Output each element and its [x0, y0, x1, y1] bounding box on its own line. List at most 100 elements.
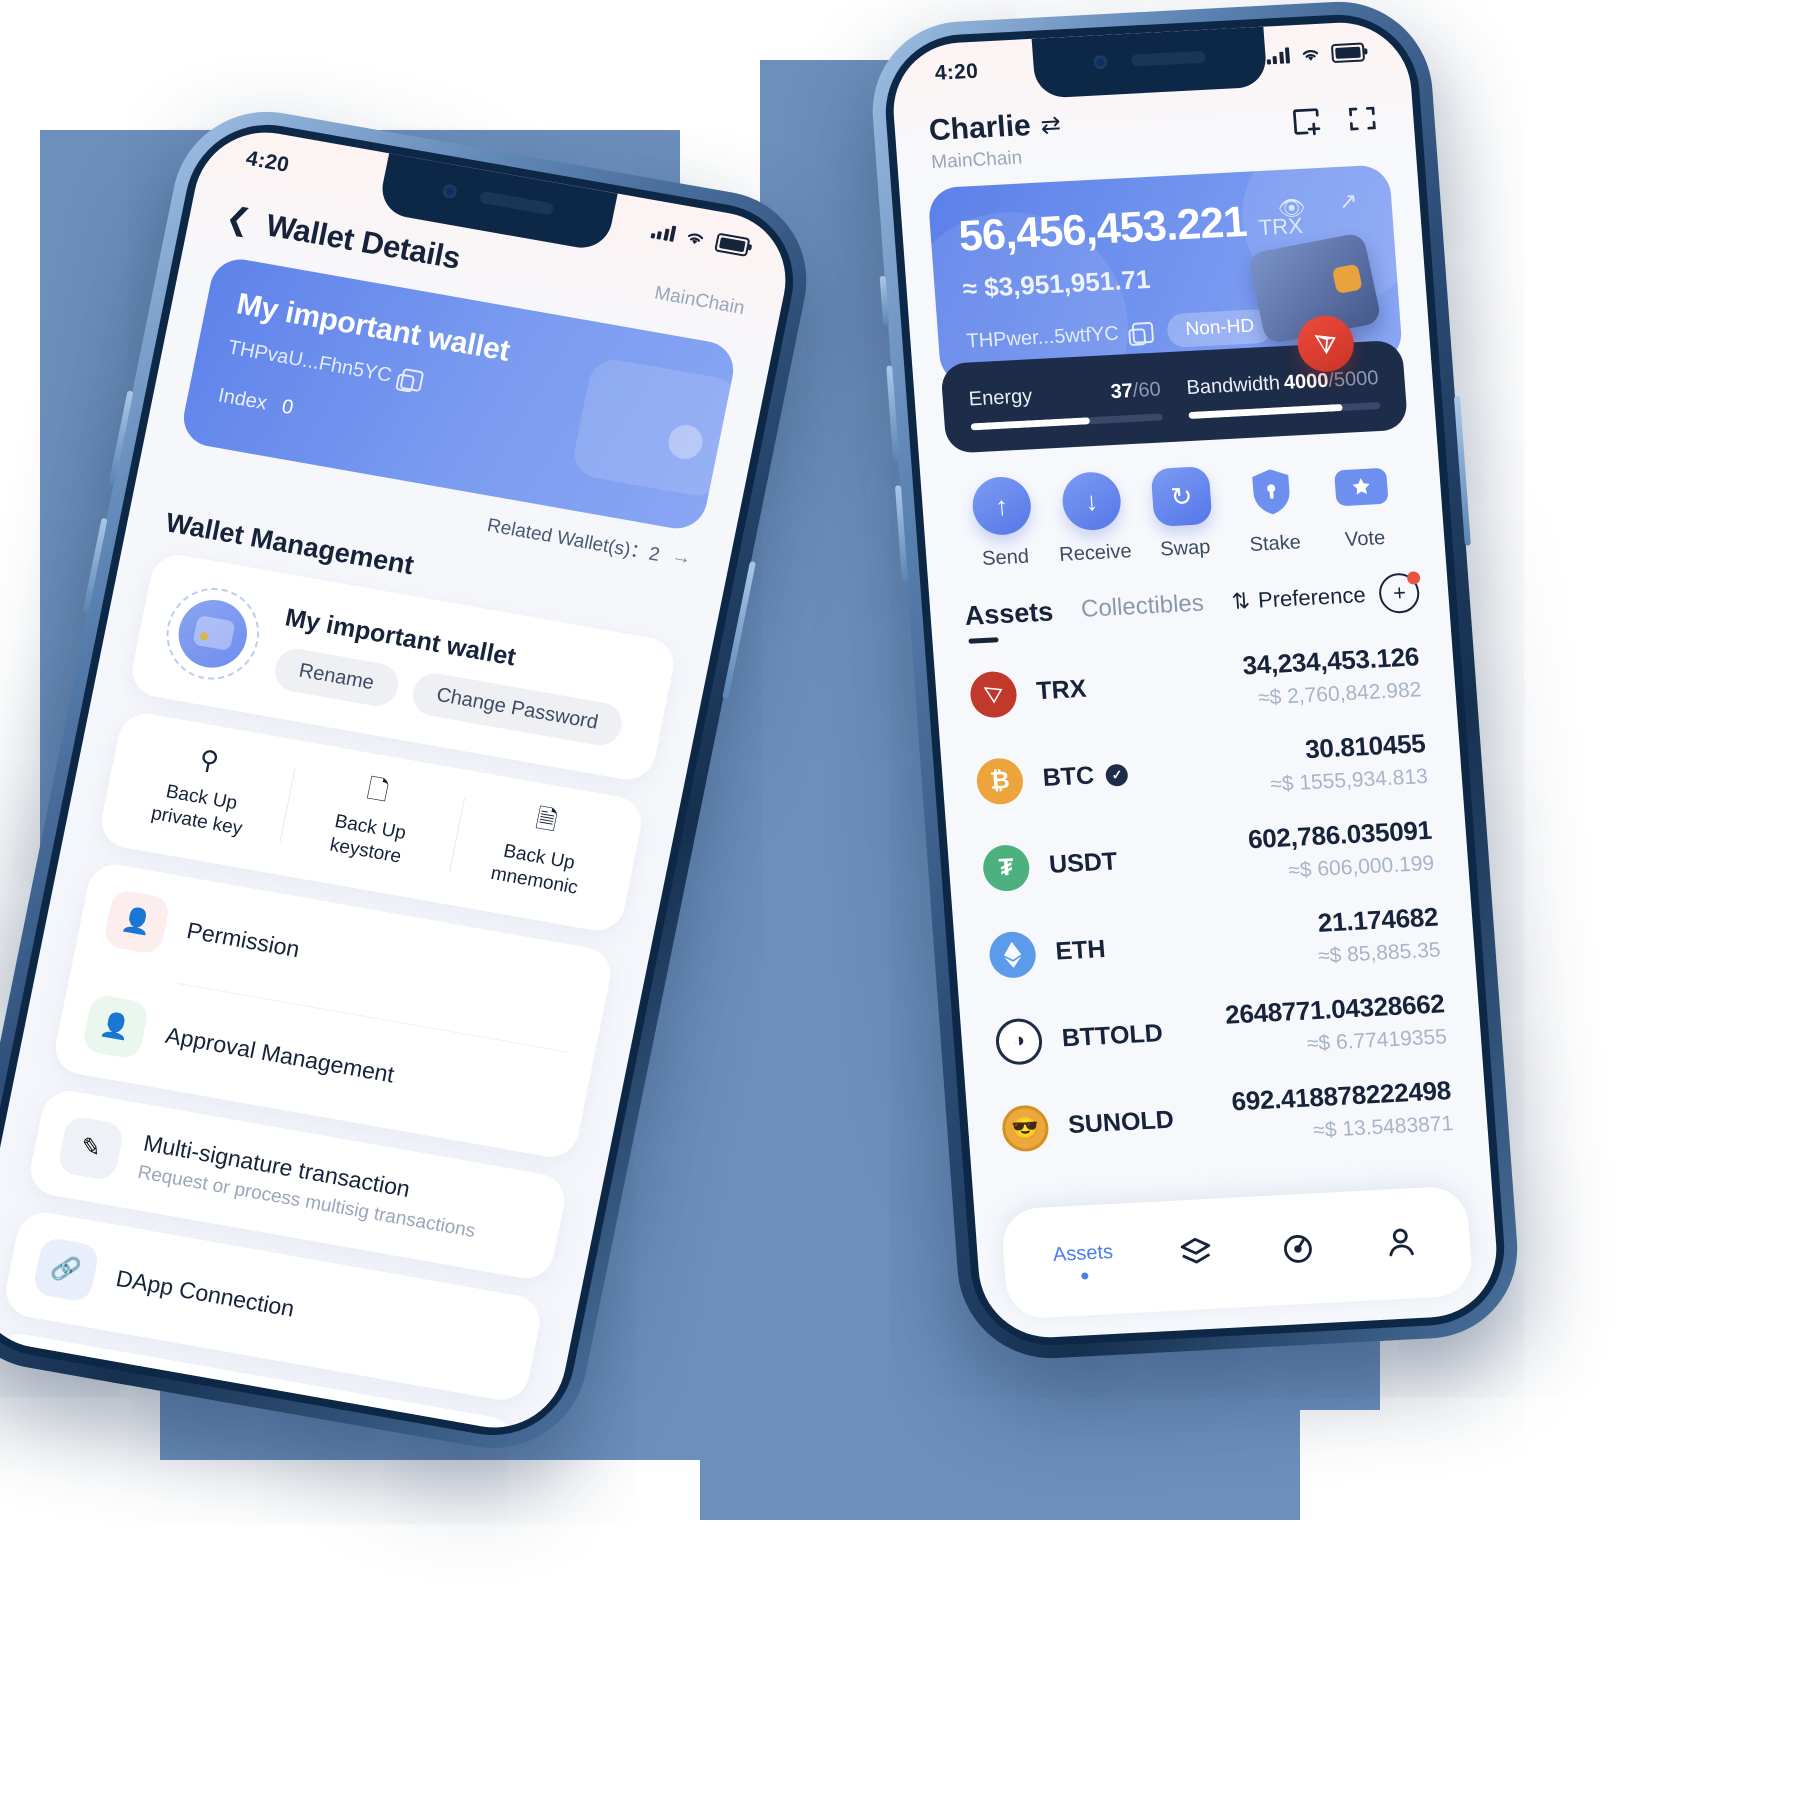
- energy-value: 37: [1109, 379, 1134, 404]
- asset-amount: 30.810455: [1304, 728, 1427, 765]
- asset-list: TRX 34,234,453.126 ≈$ 2,760,842.982 ₿ BT…: [932, 611, 1489, 1175]
- asset-symbol: TRX: [1035, 674, 1088, 706]
- layers-icon: [1180, 1237, 1210, 1264]
- action-stake[interactable]: Stake: [1224, 461, 1321, 558]
- backup-private-key-button[interactable]: ⚲ Back Up private key: [110, 732, 296, 848]
- action-swap[interactable]: ↻ Swap: [1134, 465, 1231, 562]
- notch: [1031, 26, 1268, 99]
- eye-icon[interactable]: 👁: [1277, 195, 1307, 222]
- sunold-coin-icon: 😎: [1000, 1103, 1051, 1153]
- usdt-coin-icon: ₮: [981, 843, 1031, 892]
- switch-account-icon[interactable]: ⇄: [1040, 110, 1062, 140]
- dapp-label: DApp Connection: [113, 1264, 297, 1322]
- tab-profile-nav[interactable]: [1379, 1220, 1422, 1267]
- earpiece-speaker: [478, 190, 554, 216]
- swap-icon: ↻: [1150, 466, 1213, 527]
- energy-resource: Energy 37/60: [968, 378, 1163, 431]
- bandwidth-resource: Bandwidth 4000/5000: [1185, 367, 1381, 420]
- screenshot-stage: 4:20 ❮ Wallet Details MainChain My impor…: [0, 0, 1800, 1800]
- asset-symbol: SUNOLD: [1067, 1105, 1175, 1140]
- stake-icon: [1240, 461, 1302, 522]
- preference-button[interactable]: ⇅ Preference: [1231, 582, 1367, 615]
- account-switcher[interactable]: Charlie ⇄: [928, 107, 1062, 148]
- chain-label: MainChain: [930, 147, 1023, 174]
- backup-keystore-button[interactable]: 🗋 Back Up keystore: [279, 762, 465, 878]
- index-label: Index: [216, 384, 269, 415]
- battery-icon: [1330, 41, 1366, 63]
- asset-amount: 2648771.04328662: [1224, 988, 1446, 1030]
- approval-label: Approval Management: [163, 1021, 397, 1088]
- wifi-icon: [687, 233, 704, 245]
- energy-label: Energy: [968, 385, 1033, 411]
- bandwidth-progress: [1188, 401, 1381, 420]
- wallet-art-icon: [569, 355, 739, 500]
- asset-fiat: ≈$ 2,760,842.982: [1257, 678, 1423, 710]
- explore-icon: [1284, 1234, 1313, 1263]
- tab-assets[interactable]: Assets: [964, 596, 1055, 632]
- bandwidth-label: Bandwidth: [1185, 372, 1281, 400]
- permission-label: Permission: [184, 917, 302, 963]
- action-receive[interactable]: ↓ Receive: [1045, 470, 1142, 567]
- signal-icon: [1265, 47, 1291, 65]
- vote-label: Vote: [1344, 526, 1386, 551]
- rename-button[interactable]: Rename: [271, 645, 402, 710]
- copy-icon[interactable]: [1131, 321, 1155, 344]
- front-camera-icon: [1093, 54, 1109, 70]
- add-token-icon[interactable]: +: [1378, 571, 1421, 615]
- swap-label: Swap: [1159, 536, 1212, 561]
- energy-max: 60: [1137, 378, 1162, 402]
- sort-icon: ⇅: [1230, 588, 1251, 614]
- active-dot: [1080, 1271, 1089, 1280]
- permission-icon: 👤: [102, 887, 172, 955]
- tab-assets-label: Assets: [1052, 1240, 1114, 1266]
- earpiece-speaker: [1130, 50, 1206, 67]
- btc-coin-icon: ₿: [975, 756, 1025, 805]
- asset-fiat: ≈$ 85,885.35: [1317, 938, 1442, 968]
- battery-icon: [714, 232, 751, 257]
- right-screen: 4:20 Charlie ⇄ MainChain 👁 ↗ 56,456,453.…: [888, 19, 1502, 1341]
- bottom-tab-bar: Assets: [1000, 1185, 1474, 1320]
- stake-label: Stake: [1248, 531, 1302, 556]
- asset-amount: 21.174682: [1316, 901, 1440, 938]
- asset-amount: 692.418878222498: [1230, 1075, 1452, 1117]
- asset-fiat: ≈$ 606,000.199: [1287, 851, 1435, 883]
- tab-collectibles[interactable]: Collectibles: [1080, 589, 1205, 623]
- energy-progress: [970, 413, 1163, 431]
- chain-label: MainChain: [652, 282, 747, 320]
- asset-fiat: ≈$ 1555,934.813: [1269, 764, 1429, 797]
- link-icon: 🔗: [31, 1235, 101, 1303]
- tab-layers-nav[interactable]: [1174, 1231, 1217, 1278]
- index-value: 0: [279, 395, 296, 420]
- asset-symbol: BTC: [1041, 761, 1096, 793]
- external-link-icon[interactable]: ↗: [1338, 188, 1358, 215]
- pencil-icon: ✎: [56, 1114, 126, 1182]
- action-vote[interactable]: Vote: [1314, 456, 1411, 553]
- account-name: Charlie: [927, 109, 1032, 148]
- action-send[interactable]: ↑ Send: [955, 475, 1052, 572]
- copy-icon[interactable]: [399, 367, 424, 393]
- preference-label: Preference: [1257, 582, 1367, 613]
- wallet-home-page: Charlie ⇄ MainChain 👁 ↗ 56,456,453.221 T…: [893, 77, 1501, 1341]
- bttold-coin-icon: ◑: [994, 1016, 1044, 1066]
- verified-badge-icon: ✓: [1105, 763, 1129, 787]
- send-icon: ↑: [970, 475, 1033, 537]
- backup-mnemonic-button[interactable]: 🗎 Back Up mnemonic: [448, 792, 634, 908]
- bandwidth-value: 4000: [1283, 369, 1330, 394]
- tab-assets-nav[interactable]: Assets: [1052, 1240, 1115, 1280]
- tab-explore-nav[interactable]: [1277, 1226, 1320, 1273]
- status-time: 4:20: [244, 146, 292, 177]
- receive-icon: ↓: [1060, 470, 1123, 532]
- profile-icon: [1389, 1228, 1414, 1256]
- bandwidth-max: 5000: [1333, 367, 1380, 392]
- asset-symbol: ETH: [1054, 935, 1107, 966]
- signal-icon: [650, 222, 677, 242]
- back-button[interactable]: ❮: [223, 201, 254, 238]
- add-wallet-icon[interactable]: [1288, 104, 1324, 140]
- asset-fiat: ≈$ 13.5483871: [1312, 1112, 1455, 1143]
- front-camera-icon: [441, 183, 459, 200]
- receive-label: Receive: [1058, 540, 1133, 566]
- asset-fiat: ≈$ 6.77419355: [1306, 1025, 1448, 1056]
- arrow-right-icon: →: [669, 544, 694, 570]
- wifi-icon: [1302, 50, 1319, 61]
- scan-qr-icon[interactable]: [1344, 101, 1380, 137]
